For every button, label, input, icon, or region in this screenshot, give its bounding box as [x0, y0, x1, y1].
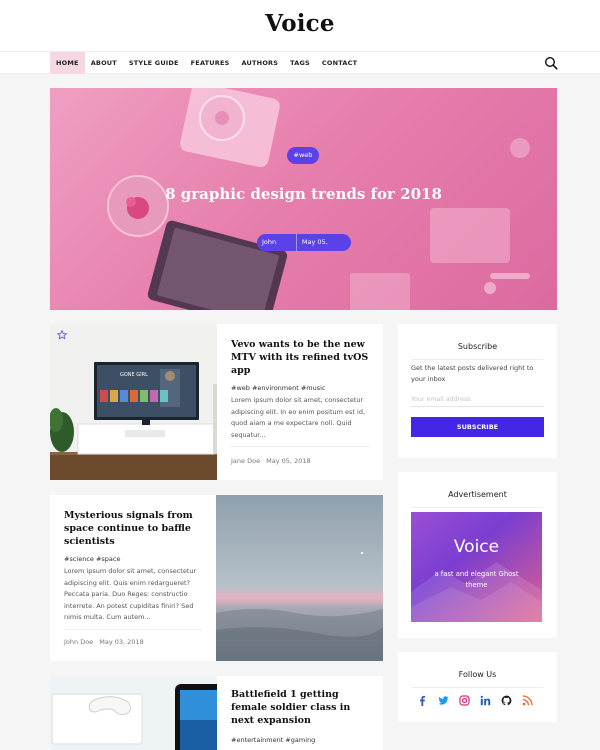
ad-widget: Advertisement Voice a fast and elegant G… — [398, 472, 557, 638]
post-author[interactable]: John Doe — [64, 638, 93, 646]
follow-widget: Follow Us — [398, 652, 557, 722]
svg-text:GONE GIRL: GONE GIRL — [120, 372, 148, 378]
hero-author[interactable]: John Doe — [257, 234, 296, 251]
nav-item-features[interactable]: FEATURES — [185, 52, 236, 74]
post-meta: John Doe May 03, 2018 — [64, 638, 144, 646]
post-tags[interactable]: #web #environment #music — [231, 384, 326, 392]
post-tags[interactable]: #science #space — [64, 555, 121, 563]
twitter-icon[interactable] — [438, 695, 449, 706]
subscribe-text: Get the latest posts delivered right to … — [411, 364, 534, 383]
facebook-icon[interactable] — [417, 695, 428, 706]
subscribe-button[interactable]: SUBSCRIBE — [411, 417, 544, 437]
post-card[interactable]: Battlefield 1 getting female soldier cla… — [50, 676, 383, 750]
hero-meta: John Doe May 05, 2018 — [257, 234, 351, 251]
divider — [231, 446, 369, 447]
post-excerpt: Lorem ipsum dolor sit amet, consectetur … — [64, 567, 197, 621]
email-field[interactable] — [411, 393, 544, 407]
post-image[interactable]: GONE GIRL — [50, 324, 217, 480]
nav-list: HOME ABOUT STYLE GUIDE FEATURES AUTHORS … — [50, 52, 363, 74]
hero-date: May 05, 2018 — [301, 238, 328, 246]
tv-room-image: GONE GIRL — [50, 324, 217, 480]
post-date: May 03, 2018 — [99, 638, 144, 646]
site-header: Voice — [0, 0, 600, 52]
ad-tagline: a fast and elegant Ghost theme — [434, 570, 519, 589]
post-excerpt: Lorem ipsum dolor sit amet, consectetur … — [231, 396, 366, 439]
hero-tag[interactable]: #web — [287, 147, 319, 164]
site-logo[interactable]: Voice — [0, 10, 600, 37]
post-date: May 05, 2018 — [266, 457, 311, 465]
featured-post[interactable]: #web 8 graphic design trends for 2018 Jo… — [50, 88, 557, 310]
subscribe-widget: Subscribe Get the latest posts delivered… — [398, 324, 557, 458]
post-title[interactable]: Battlefield 1 getting female soldier cla… — [231, 688, 373, 727]
post-tags[interactable]: #entertainment #gaming — [231, 736, 315, 744]
nav-item-contact[interactable]: CONTACT — [316, 52, 363, 74]
widget-title: Advertisement — [412, 490, 543, 508]
rss-icon[interactable] — [522, 695, 533, 706]
mountain-decor — [411, 562, 542, 622]
post-author[interactable]: Jane Doe — [231, 457, 260, 465]
instagram-icon[interactable] — [459, 695, 470, 706]
search-icon[interactable] — [544, 56, 558, 70]
gaming-image — [50, 676, 217, 750]
ad-brand: Voice — [453, 537, 500, 557]
post-body: Vevo wants to be the new MTV with its re… — [217, 324, 383, 480]
post-image[interactable] — [216, 495, 383, 661]
nav-item-home[interactable]: HOME — [50, 52, 85, 74]
post-meta: Jane Doe May 05, 2018 — [231, 457, 311, 465]
divider — [64, 629, 202, 630]
post-card[interactable]: GONE GIRL Vevo wants to be the new MTV w… — [50, 324, 383, 480]
ad-banner[interactable]: Voice a fast and elegant Ghost theme — [411, 512, 542, 622]
post-body: Mysterious signals from space continue t… — [50, 495, 216, 661]
widget-title: Follow Us — [412, 670, 543, 688]
post-image[interactable] — [50, 676, 217, 750]
nav-item-authors[interactable]: AUTHORS — [236, 52, 285, 74]
widget-title: Subscribe — [412, 342, 543, 360]
nav-item-about[interactable]: ABOUT — [85, 52, 123, 74]
nav-item-tags[interactable]: TAGS — [284, 52, 316, 74]
sky-image — [216, 495, 383, 661]
main-nav: HOME ABOUT STYLE GUIDE FEATURES AUTHORS … — [0, 52, 600, 74]
linkedin-icon[interactable] — [480, 695, 491, 706]
post-body: Battlefield 1 getting female soldier cla… — [217, 676, 383, 750]
hero-title[interactable]: 8 graphic design trends for 2018 — [50, 185, 557, 203]
star-icon[interactable] — [57, 330, 67, 340]
post-title[interactable]: Mysterious signals from space continue t… — [64, 509, 206, 548]
post-title[interactable]: Vevo wants to be the new MTV with its re… — [231, 338, 373, 377]
social-links — [417, 695, 533, 706]
post-card[interactable]: Mysterious signals from space continue t… — [50, 495, 383, 661]
nav-item-style-guide[interactable]: STYLE GUIDE — [123, 52, 185, 74]
github-icon[interactable] — [501, 695, 512, 706]
